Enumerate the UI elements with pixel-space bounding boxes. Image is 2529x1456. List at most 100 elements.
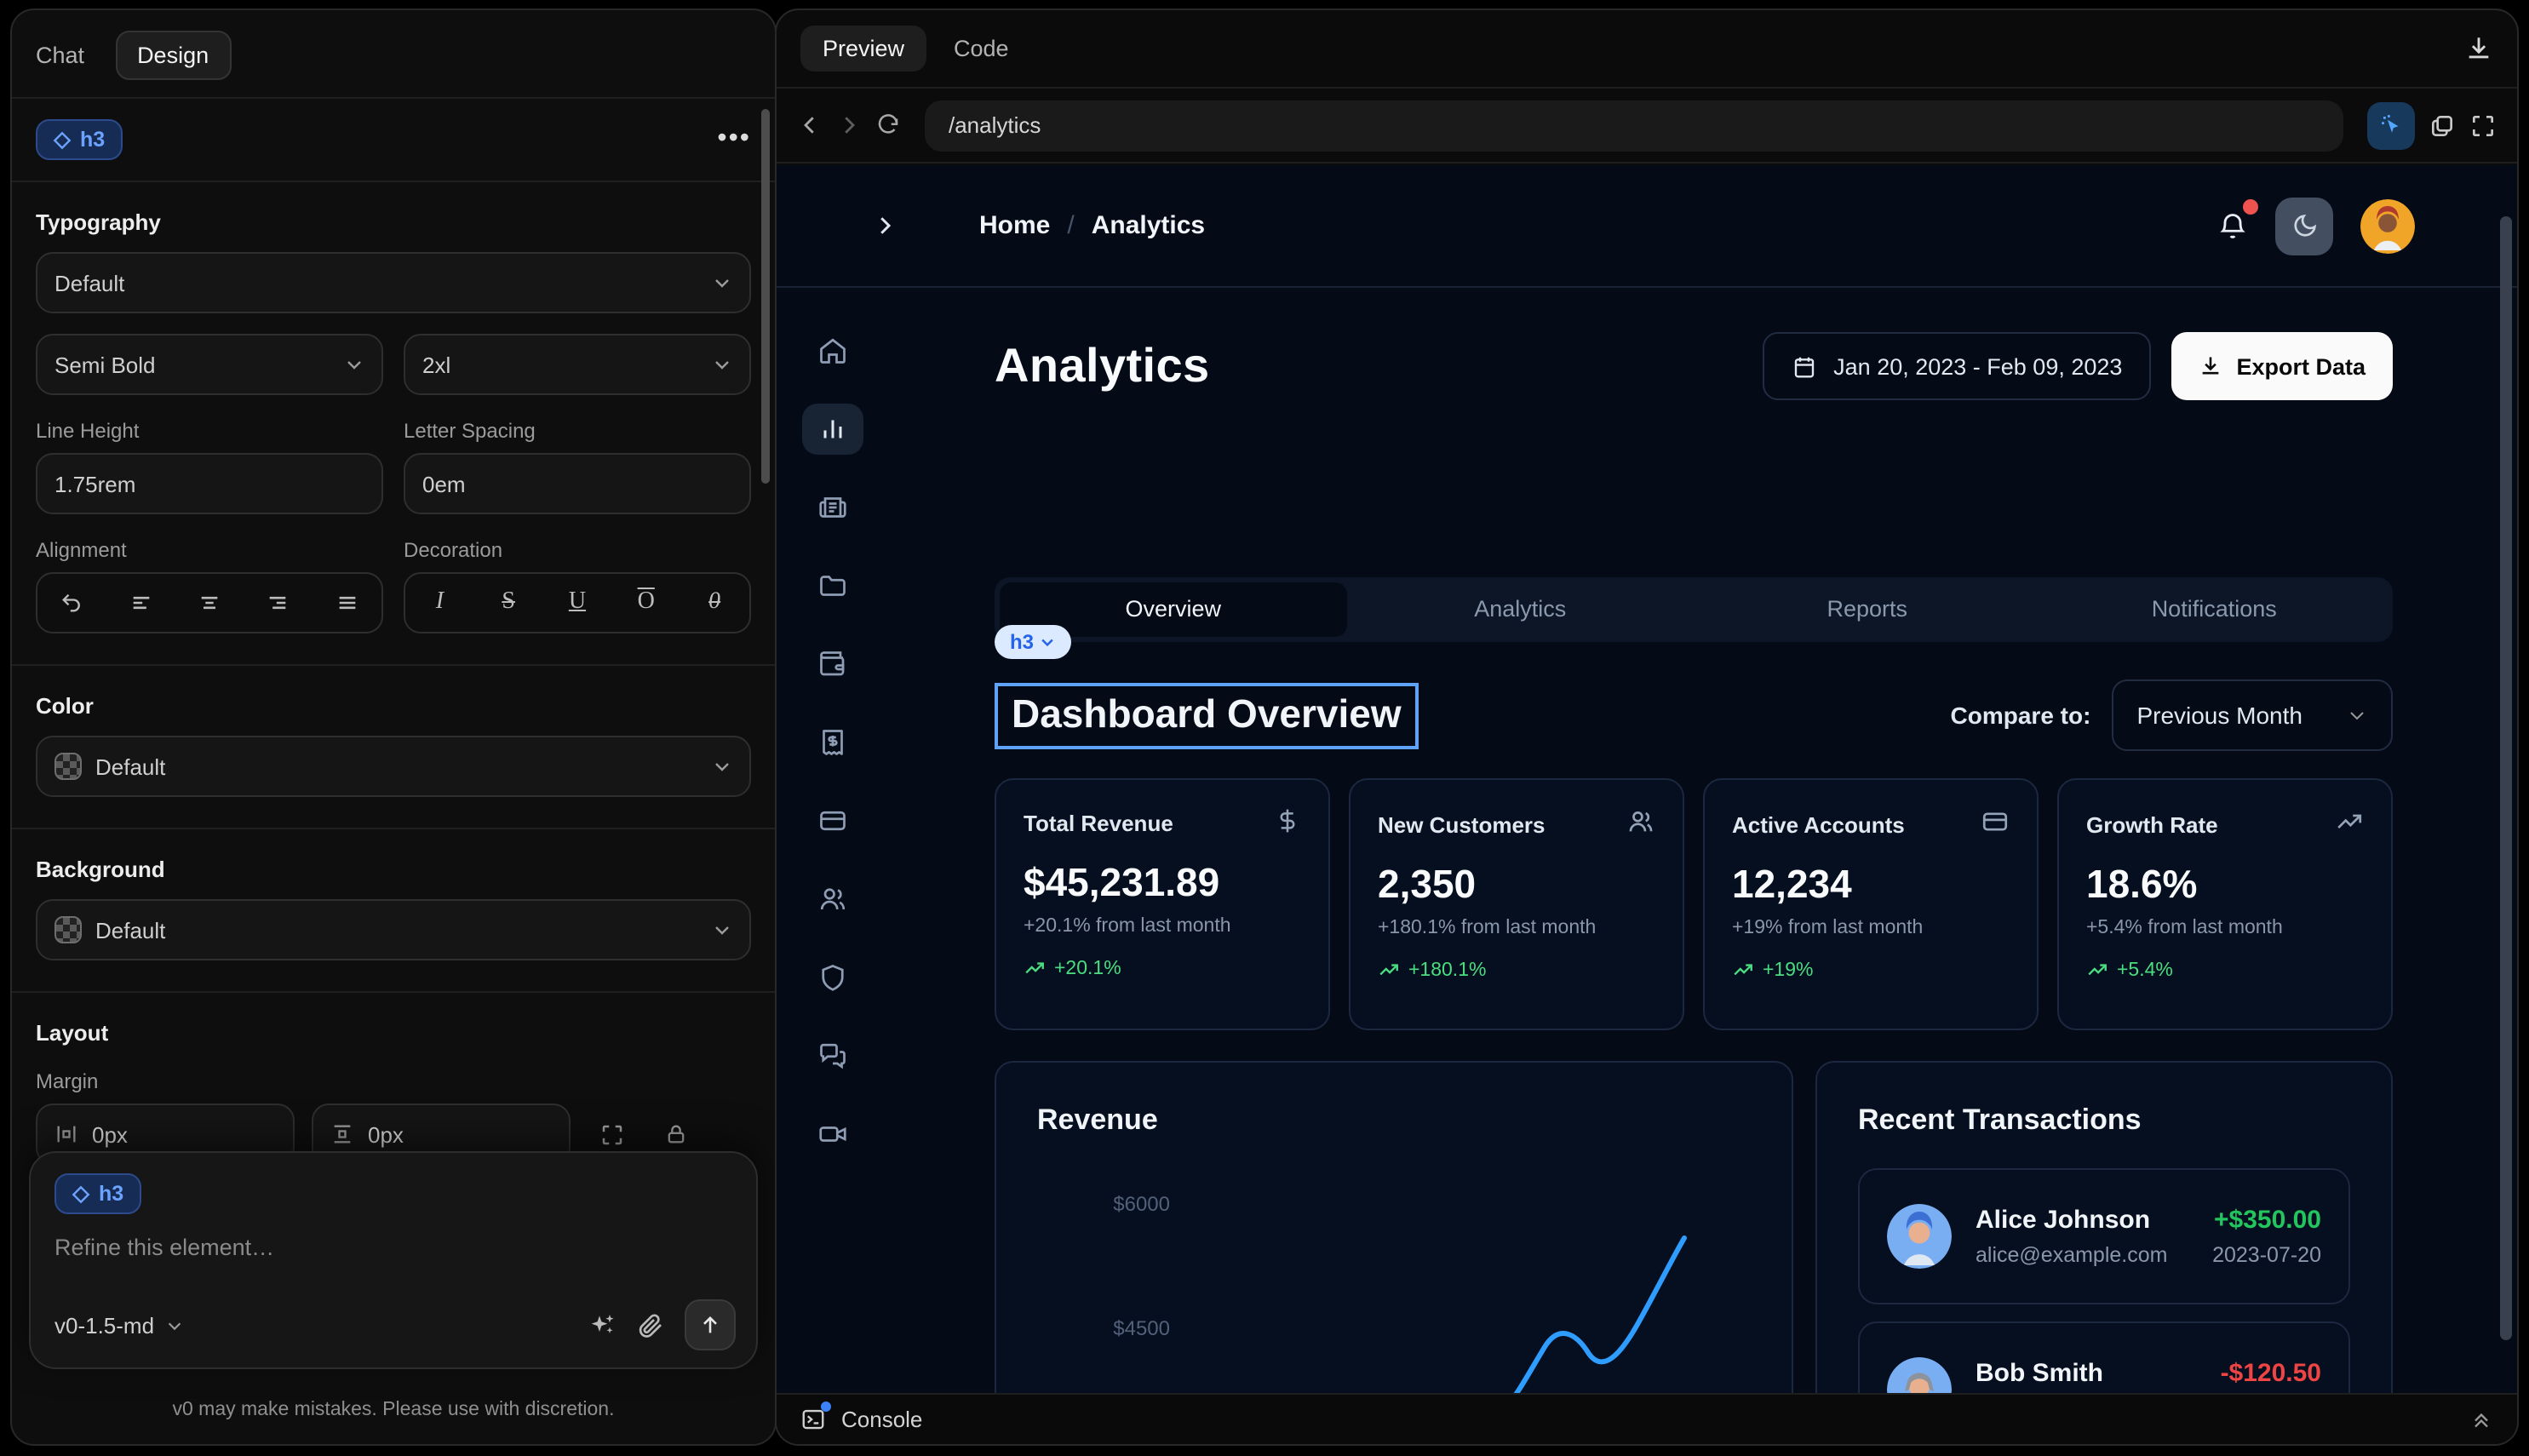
strikethrough-icon[interactable]: S xyxy=(485,579,532,627)
background-section-label: Background xyxy=(36,857,751,882)
letter-spacing-input[interactable]: 0em xyxy=(404,453,751,514)
inspected-element-tag[interactable]: h3 xyxy=(995,625,1071,659)
page-title: Analytics xyxy=(995,339,1210,393)
font-weight-select[interactable]: Semi Bold xyxy=(36,334,383,395)
font-size-select[interactable]: 2xl xyxy=(404,334,751,395)
sidebar-toggle-icon[interactable] xyxy=(872,213,897,238)
expand-console-icon[interactable] xyxy=(2469,1407,2493,1431)
fullscreen-icon[interactable] xyxy=(2469,112,2497,139)
margin-label: Margin xyxy=(36,1069,751,1093)
copy-pages-icon[interactable] xyxy=(2429,112,2456,139)
inspect-cursor-icon[interactable] xyxy=(2367,101,2415,149)
rail-shield-icon[interactable] xyxy=(802,952,863,1003)
compare-select[interactable]: Previous Month xyxy=(2111,679,2393,751)
rail-home-icon[interactable] xyxy=(802,325,863,376)
tab-code[interactable]: Code xyxy=(954,36,1009,61)
users-icon xyxy=(1626,807,1655,841)
line-height-input[interactable]: 1.75rem xyxy=(36,453,383,514)
refine-composer: h3 Refine this element… v0-1.5-md xyxy=(29,1151,758,1369)
divider xyxy=(12,181,775,182)
dashboard-main: Analytics Jan 20, 2023 - Feb 09, 2023 Ex… xyxy=(995,288,2393,1393)
divider xyxy=(12,664,775,666)
user-avatar[interactable] xyxy=(2360,198,2415,253)
dashboard-nav-rail xyxy=(800,325,865,1160)
arrow-up-icon xyxy=(698,1313,722,1337)
calendar-icon xyxy=(1791,353,1816,379)
rail-users-icon[interactable] xyxy=(802,874,863,925)
chevron-down-icon xyxy=(2347,705,2367,725)
chevron-down-icon xyxy=(712,272,732,293)
url-bar[interactable]: /analytics xyxy=(925,100,2343,151)
revenue-chart-card: Revenue $6000 $4500 $3000 xyxy=(995,1061,1793,1393)
align-right-icon[interactable] xyxy=(255,579,302,627)
refine-input[interactable]: Refine this element… xyxy=(54,1235,732,1260)
trend-up-icon xyxy=(1024,957,1046,979)
v0-app-window: Chat Design h3 ••• Typography Default Se… xyxy=(0,0,2529,1456)
console-bar[interactable]: Console xyxy=(777,1393,2517,1444)
color-swatch xyxy=(54,753,82,780)
underline-icon[interactable]: U xyxy=(553,579,601,627)
breadcrumb-current: Analytics xyxy=(1092,211,1205,240)
notification-dot xyxy=(2243,198,2258,214)
forward-icon[interactable] xyxy=(836,112,862,138)
rail-folder-icon[interactable] xyxy=(802,560,863,611)
rail-news-icon[interactable] xyxy=(802,482,863,533)
rail-messages-icon[interactable] xyxy=(802,1030,863,1081)
trend-up-icon xyxy=(1732,959,1754,981)
dark-mode-toggle[interactable] xyxy=(2275,197,2333,255)
tab-chat[interactable]: Chat xyxy=(36,43,84,68)
export-data-button[interactable]: Export Data xyxy=(2171,332,2393,400)
preview-panel: Preview Code /analytics Home xyxy=(775,9,2519,1446)
paperclip-icon[interactable] xyxy=(637,1311,664,1338)
notifications-bell-icon[interactable] xyxy=(2217,210,2248,241)
transaction-row[interactable]: Alice Johnson alice@example.com +$350.00… xyxy=(1858,1168,2350,1304)
rail-wallet-icon[interactable] xyxy=(802,639,863,690)
transaction-date: 2023-07-20 xyxy=(2212,1243,2321,1267)
rail-analytics-icon[interactable] xyxy=(802,404,863,455)
selected-element-chip[interactable]: h3 xyxy=(36,119,122,160)
breadcrumb-home[interactable]: Home xyxy=(979,211,1050,240)
transaction-row[interactable]: Bob Smith bob@example.com -$120.50 2023-… xyxy=(1858,1321,2350,1393)
decoration-label: Decoration xyxy=(404,538,751,562)
tab-analytics[interactable]: Analytics xyxy=(1347,582,1695,637)
tab-reports[interactable]: Reports xyxy=(1694,582,2041,637)
italic-icon[interactable]: I xyxy=(416,579,463,627)
no-decoration-icon[interactable]: 0 xyxy=(691,579,739,627)
send-button[interactable] xyxy=(685,1299,736,1350)
revenue-line-chart xyxy=(996,1063,1795,1393)
typography-section-label: Typography xyxy=(36,209,751,235)
tab-preview[interactable]: Preview xyxy=(800,26,926,72)
date-range-picker[interactable]: Jan 20, 2023 - Feb 09, 2023 xyxy=(1762,332,2151,400)
reset-alignment-icon[interactable] xyxy=(48,579,95,627)
rail-receipt-icon[interactable] xyxy=(802,717,863,768)
refresh-icon[interactable] xyxy=(875,112,901,138)
tab-design[interactable]: Design xyxy=(115,31,231,80)
model-selector[interactable]: v0-1.5-md xyxy=(54,1312,183,1338)
sidebar-scrollbar[interactable] xyxy=(761,109,770,484)
more-options-icon[interactable]: ••• xyxy=(717,124,751,155)
sparkles-icon[interactable] xyxy=(589,1311,616,1338)
align-justify-icon[interactable] xyxy=(324,579,371,627)
background-select[interactable]: Default xyxy=(36,899,751,960)
download-icon[interactable] xyxy=(2464,34,2493,63)
margin-vertical-icon xyxy=(330,1122,354,1146)
font-select[interactable]: Default xyxy=(36,252,751,313)
section-heading-selected[interactable]: Dashboard Overview xyxy=(995,682,1419,748)
diamond-icon xyxy=(72,1184,90,1203)
design-sidebar: Chat Design h3 ••• Typography Default Se… xyxy=(10,9,777,1446)
decoration-group: I S U O 0 xyxy=(404,572,751,633)
rail-video-icon[interactable] xyxy=(802,1109,863,1160)
align-center-icon[interactable] xyxy=(186,579,233,627)
rail-credit-card-icon[interactable] xyxy=(802,795,863,846)
overline-icon[interactable]: O xyxy=(622,579,670,627)
tab-notifications[interactable]: Notifications xyxy=(2041,582,2388,637)
trending-up-icon xyxy=(2335,807,2364,841)
preview-scrollbar[interactable] xyxy=(2500,216,2512,1340)
composer-element-chip[interactable]: h3 xyxy=(54,1173,140,1214)
align-left-icon[interactable] xyxy=(117,579,164,627)
transaction-amount: +$350.00 xyxy=(2212,1206,2321,1235)
back-icon[interactable] xyxy=(797,112,823,138)
trend-up-icon xyxy=(1378,959,1400,981)
color-select[interactable]: Default xyxy=(36,736,751,797)
background-swatch xyxy=(54,916,82,943)
